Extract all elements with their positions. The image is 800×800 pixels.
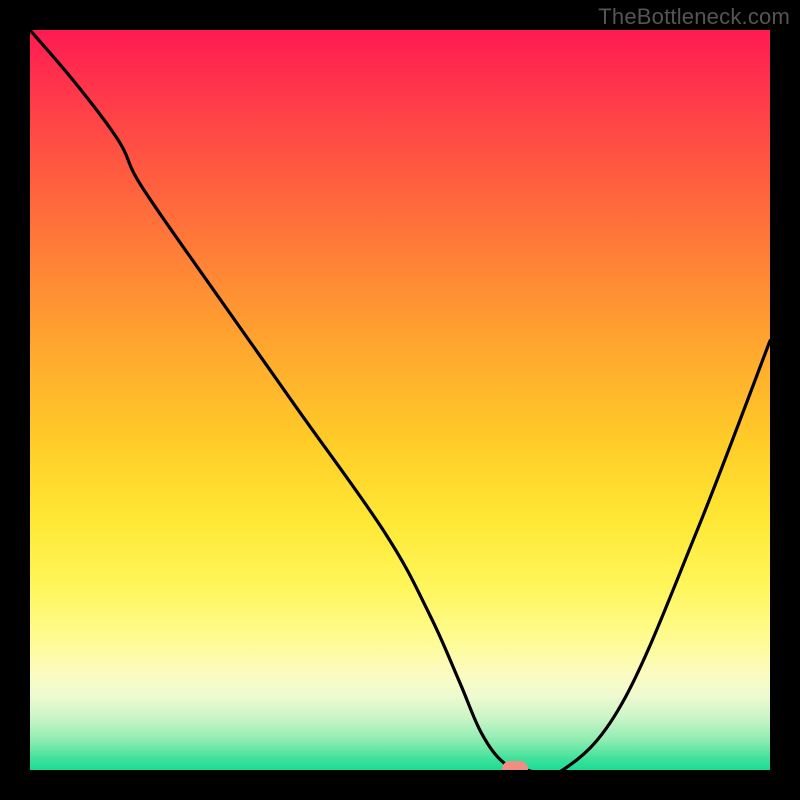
- optimal-marker: [502, 761, 528, 770]
- watermark-text: TheBottleneck.com: [598, 4, 790, 30]
- bottleneck-curve: [30, 30, 770, 770]
- plot-area: [30, 30, 770, 770]
- chart-frame: TheBottleneck.com: [0, 0, 800, 800]
- plot-outer: [30, 30, 770, 770]
